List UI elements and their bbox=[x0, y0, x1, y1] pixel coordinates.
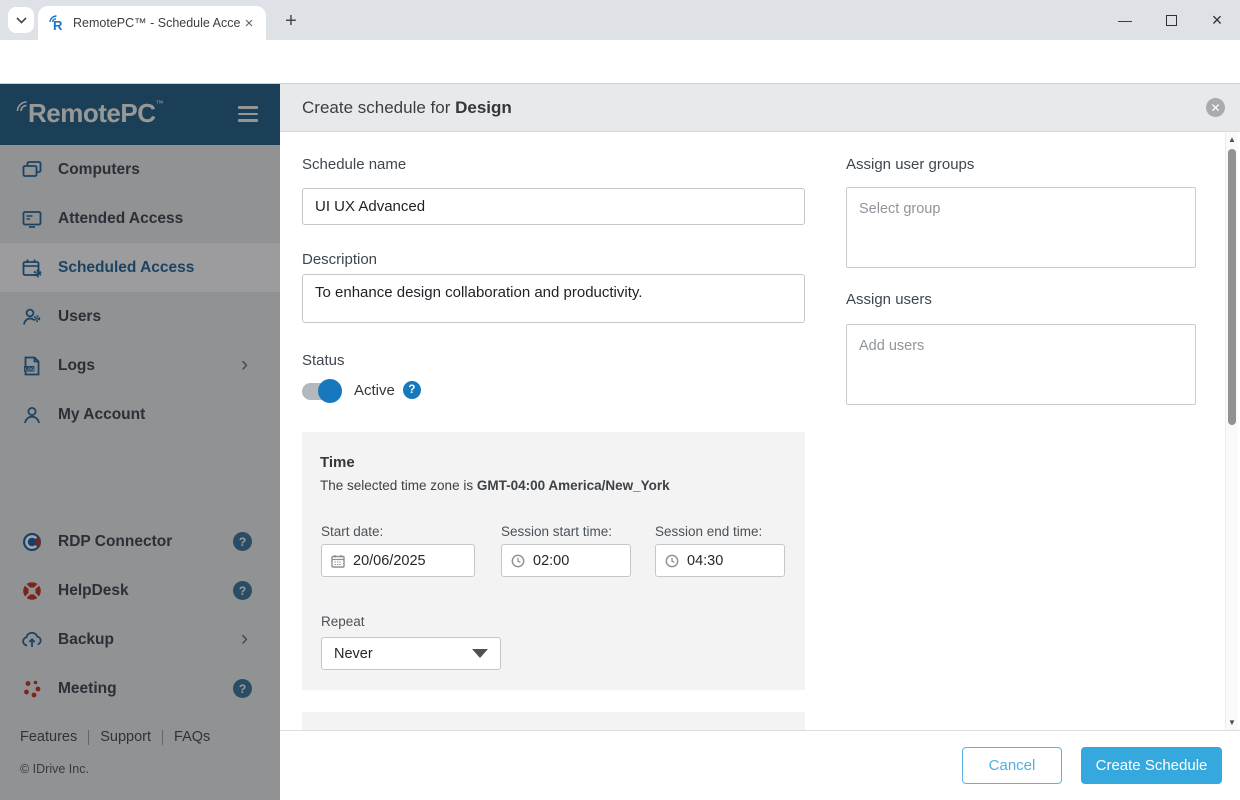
close-icon[interactable]: ✕ bbox=[1206, 98, 1225, 117]
assign-groups-label: Assign user groups bbox=[846, 156, 975, 173]
remotepc-favicon: R bbox=[49, 14, 63, 32]
cancel-button[interactable]: Cancel bbox=[962, 747, 1062, 784]
assign-groups-input[interactable]: Select group bbox=[846, 187, 1196, 268]
maximize-icon bbox=[1165, 14, 1177, 26]
create-schedule-modal: Create schedule for Design ✕ Schedule na… bbox=[280, 84, 1240, 800]
browser-tab[interactable]: R RemotePC™ - Schedule Access × bbox=[38, 6, 266, 40]
next-section-partial bbox=[302, 712, 805, 730]
clock-icon bbox=[665, 554, 679, 568]
session-end-label: Session end time: bbox=[655, 524, 763, 539]
modal-scrollbar[interactable]: ▲ ▼ bbox=[1225, 132, 1238, 730]
start-date-value: 20/06/2025 bbox=[353, 552, 426, 569]
session-start-label: Session start time: bbox=[501, 524, 613, 539]
modal-footer: Cancel Create Schedule bbox=[280, 730, 1240, 800]
timezone-text: The selected time zone is GMT-04:00 Amer… bbox=[320, 478, 670, 493]
session-end-input[interactable]: 04:30 bbox=[655, 544, 785, 577]
assign-users-label: Assign users bbox=[846, 291, 932, 308]
start-date-input[interactable]: 20/06/2025 bbox=[321, 544, 475, 577]
window-minimize-button[interactable]: — bbox=[1102, 0, 1148, 40]
timezone-prefix: The selected time zone is bbox=[320, 478, 477, 493]
description-label: Description bbox=[302, 251, 378, 268]
status-help-icon[interactable]: ? bbox=[402, 381, 421, 399]
screen: R RemotePC™ - Schedule Access × + — × ← … bbox=[0, 0, 1240, 800]
modal-title: Create schedule for Design bbox=[302, 98, 512, 118]
window-close-button[interactable]: × bbox=[1194, 0, 1240, 40]
tab-close-icon[interactable]: × bbox=[240, 14, 258, 32]
clock-icon bbox=[511, 554, 525, 568]
new-tab-button[interactable]: + bbox=[278, 8, 304, 34]
modal-overlay bbox=[0, 84, 280, 800]
session-start-value: 02:00 bbox=[533, 552, 570, 569]
status-toggle[interactable] bbox=[302, 379, 342, 403]
dropdown-caret-icon bbox=[472, 649, 488, 658]
repeat-label: Repeat bbox=[321, 614, 365, 629]
repeat-select[interactable]: Never bbox=[321, 637, 501, 670]
tab-search-button[interactable] bbox=[8, 7, 34, 33]
session-start-input[interactable]: 02:00 bbox=[501, 544, 631, 577]
svg-text:R: R bbox=[53, 18, 63, 32]
modal-body: Schedule name UI UX Advanced Description… bbox=[280, 132, 1240, 730]
create-schedule-button[interactable]: Create Schedule bbox=[1081, 747, 1222, 784]
schedule-name-label: Schedule name bbox=[302, 156, 407, 173]
window-maximize-button[interactable] bbox=[1148, 0, 1194, 40]
timezone-value: GMT-04:00 America/New_York bbox=[476, 478, 670, 493]
browser-titlebar: R RemotePC™ - Schedule Access × + — × bbox=[0, 0, 1240, 40]
session-end-value: 04:30 bbox=[687, 552, 724, 569]
status-toggle-row: Active ? bbox=[302, 379, 421, 403]
time-section: Time The selected time zone is GMT-04:00… bbox=[302, 432, 805, 690]
assign-groups-placeholder: Select group bbox=[859, 201, 941, 217]
calendar-icon bbox=[331, 554, 345, 568]
scrollbar-up-icon[interactable]: ▲ bbox=[1228, 135, 1236, 144]
time-heading: Time bbox=[320, 454, 355, 471]
schedule-name-input[interactable]: UI UX Advanced bbox=[302, 188, 805, 225]
status-label: Status bbox=[302, 352, 345, 369]
repeat-value: Never bbox=[334, 645, 373, 662]
browser-toolbar: ← → ↻ login.remotepc.com/rpcnew/schedule… bbox=[0, 40, 1240, 118]
tab-title: RemotePC™ - Schedule Access bbox=[73, 16, 240, 30]
scrollbar-down-icon[interactable]: ▼ bbox=[1228, 718, 1236, 727]
status-value: Active bbox=[354, 381, 395, 399]
description-input[interactable]: To enhance design collaboration and prod… bbox=[302, 274, 805, 323]
modal-title-target: Design bbox=[455, 97, 512, 117]
scrollbar-thumb[interactable] bbox=[1228, 149, 1236, 425]
assign-users-input[interactable]: Add users bbox=[846, 324, 1196, 405]
modal-title-prefix: Create schedule for bbox=[302, 97, 456, 117]
assign-users-placeholder: Add users bbox=[859, 338, 925, 354]
toggle-knob bbox=[318, 379, 342, 403]
start-date-label: Start date: bbox=[321, 524, 384, 539]
modal-header: Create schedule for Design ✕ bbox=[280, 84, 1240, 132]
chevron-down-icon bbox=[15, 16, 27, 24]
